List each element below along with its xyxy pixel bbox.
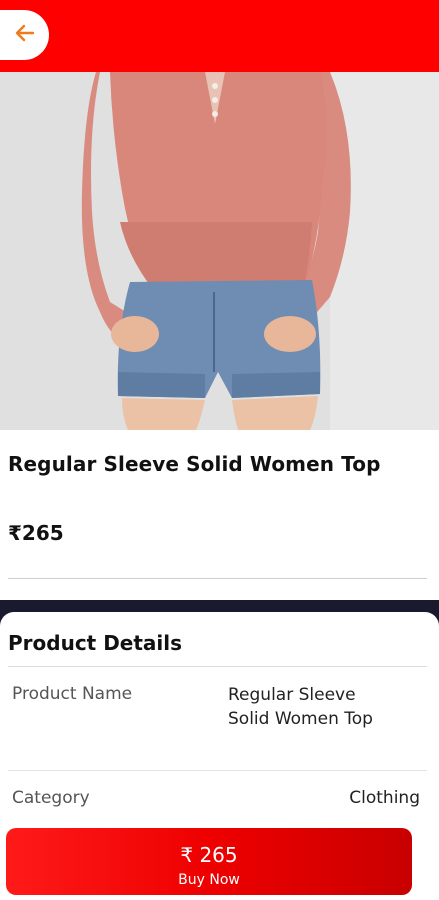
product-price: ₹265 xyxy=(8,521,64,545)
buy-now-button[interactable]: ₹ 265 Buy Now xyxy=(6,828,412,895)
divider xyxy=(8,770,427,771)
product-name-value-line2: Solid Women Top xyxy=(228,709,373,729)
arrow-left-icon xyxy=(13,21,37,49)
top-app-bar xyxy=(0,0,439,72)
product-name-value-line1: Regular Sleeve xyxy=(228,685,356,705)
product-title: Regular Sleeve Solid Women Top xyxy=(8,452,381,476)
back-button[interactable] xyxy=(0,10,49,60)
product-name-label: Product Name xyxy=(12,684,133,704)
buy-price: ₹ 265 xyxy=(180,843,238,867)
divider xyxy=(8,666,427,667)
category-label: Category xyxy=(12,788,90,808)
product-image xyxy=(0,72,439,430)
category-value: Clothing xyxy=(349,788,420,808)
product-details-heading: Product Details xyxy=(8,631,183,655)
buy-now-label: Buy Now xyxy=(178,872,240,888)
divider xyxy=(8,578,427,579)
